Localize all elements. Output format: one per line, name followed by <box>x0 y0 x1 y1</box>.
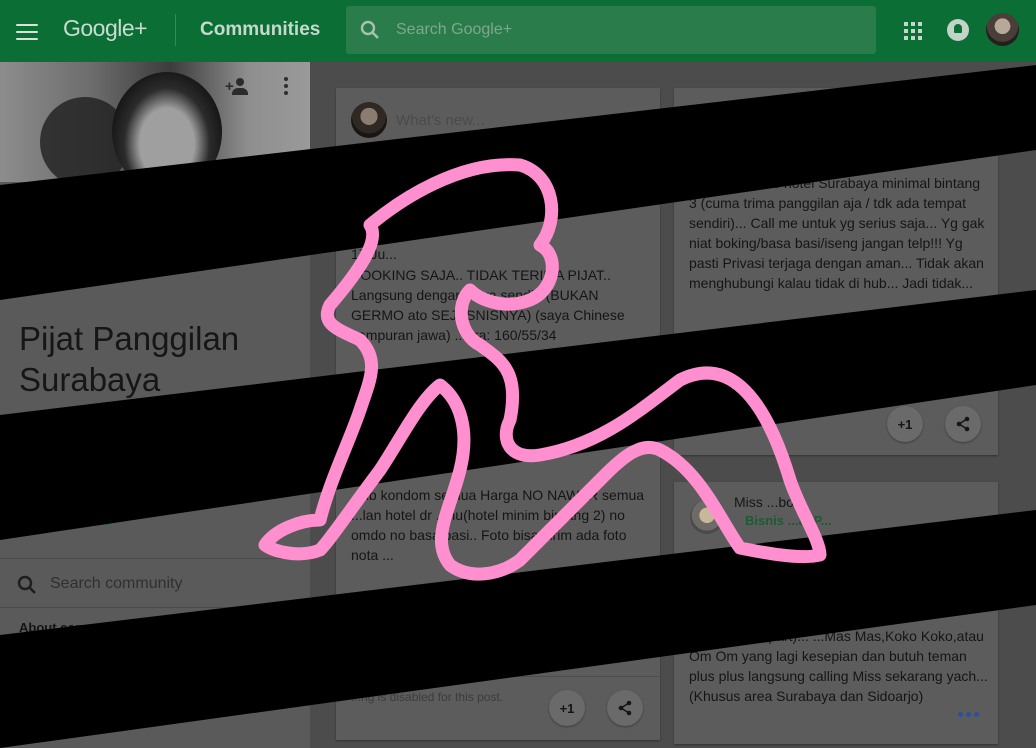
post-text: BOOKING SAJA.. TIDAK TERIMA PIJAT.. Lang… <box>351 267 625 343</box>
post-divider <box>336 676 660 677</box>
share-box[interactable]: What's new... <box>336 88 660 148</box>
header-divider <box>175 14 176 46</box>
post-text: ...panggilan ke hotel Surabaya minimal b… <box>689 175 985 291</box>
plus-one-button[interactable]: +1 <box>887 406 923 442</box>
global-search-input[interactable] <box>396 18 856 42</box>
author-avatar[interactable] <box>690 500 724 534</box>
community-search-icon <box>17 575 36 594</box>
join-community-link[interactable] <box>70 522 110 525</box>
add-member-icon[interactable]: + <box>225 77 251 97</box>
main-menu-icon[interactable] <box>16 19 38 43</box>
more-comments-icon[interactable] <box>958 712 982 720</box>
search-icon <box>360 20 379 39</box>
section-title[interactable]: Communities <box>200 19 320 41</box>
community-search-box[interactable] <box>0 558 310 608</box>
top-bar: Google+ Communities <box>0 0 1036 62</box>
plus-one-button[interactable]: +1 <box>549 690 585 726</box>
post-text-continued: ...jib kondom semua Harga NO NAWAR semua… <box>351 487 645 563</box>
share-button[interactable] <box>607 690 643 726</box>
user-avatar <box>351 102 387 138</box>
share-icon <box>956 416 970 432</box>
post-card: Miss ...bora Bisnis ...at P... ...ar rum… <box>674 482 998 744</box>
global-search-box[interactable] <box>346 6 876 54</box>
post-text: ...ar rumah/apart)... ...Mas Mas,Koko Ko… <box>689 628 988 704</box>
share-button[interactable] <box>945 406 981 442</box>
more-options-icon[interactable] <box>284 77 290 97</box>
share-prompt[interactable]: What's new... <box>396 112 485 129</box>
community-search-input[interactable] <box>50 572 290 596</box>
community-title: Pijat Panggilan Surabaya <box>19 320 240 398</box>
post-card: 17 Ju... BOOKING SAJA.. TIDAK TERIMA PIJ… <box>336 150 660 740</box>
post-author[interactable]: Miss ...bora <box>734 494 806 510</box>
post-community-link[interactable]: Bisnis ...at P... <box>745 513 831 528</box>
share-icon <box>618 700 632 716</box>
notifications-bell-icon[interactable] <box>947 19 969 41</box>
google-plus-logo[interactable]: Google+ <box>63 15 148 42</box>
apps-grid-icon[interactable] <box>904 22 922 40</box>
community-sidebar: + Pijat Panggilan Surabaya About commu..… <box>0 62 310 748</box>
about-community-heading: About commu... <box>19 620 118 635</box>
community-cover-photo: + <box>0 62 310 182</box>
post-card: ...panggilan ke hotel Surabaya minimal b… <box>674 88 998 455</box>
comments-disabled-note: ...ng is disabled for this post. <box>351 690 504 704</box>
post-date: 17 Ju... <box>351 246 397 262</box>
account-avatar[interactable] <box>986 13 1019 46</box>
